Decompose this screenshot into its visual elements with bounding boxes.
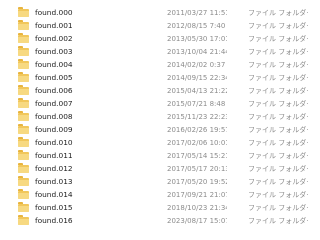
modified-date: 2018/10/23 21:34	[167, 204, 227, 212]
file-type: ファイル フォルダー	[248, 191, 308, 199]
file-type: ファイル フォルダー	[248, 139, 308, 147]
file-type: ファイル フォルダー	[248, 35, 308, 43]
folder-icon	[18, 59, 29, 69]
folder-icon	[18, 98, 29, 108]
file-name: found.006	[35, 86, 73, 95]
modified-date: 2015/11/23 22:23	[167, 113, 227, 121]
file-type: ファイル フォルダー	[248, 204, 308, 212]
file-row[interactable]: found.009 2016/02/26 19:57 ファイル フォルダー	[0, 124, 320, 136]
modified-date: 2015/04/13 21:22	[167, 87, 227, 95]
file-name: found.008	[35, 112, 73, 121]
file-row[interactable]: found.015 2018/10/23 21:34 ファイル フォルダー	[0, 202, 320, 214]
folder-icon	[18, 33, 29, 43]
file-name: found.002	[35, 34, 73, 43]
modified-date: 2012/08/15 7:40	[167, 22, 226, 30]
folder-icon	[18, 150, 29, 160]
file-type: ファイル フォルダー	[248, 113, 308, 121]
folder-icon	[18, 85, 29, 95]
file-name: found.014	[35, 190, 73, 199]
file-type: ファイル フォルダー	[248, 48, 308, 56]
file-type: ファイル フォルダー	[248, 126, 308, 134]
file-name: found.000	[35, 8, 73, 17]
file-name: found.012	[35, 164, 73, 173]
modified-date: 2017/05/20 19:52	[167, 178, 227, 186]
file-type: ファイル フォルダー	[248, 87, 308, 95]
bottom-bar	[0, 226, 320, 240]
file-name: found.001	[35, 21, 73, 30]
modified-date: 2016/02/26 19:57	[167, 126, 227, 134]
file-name: found.013	[35, 177, 73, 186]
file-row[interactable]: found.005 2014/09/15 22:34 ファイル フォルダー	[0, 72, 320, 84]
folder-icon	[18, 20, 29, 30]
file-type: ファイル フォルダー	[248, 100, 308, 108]
file-type: ファイル フォルダー	[248, 9, 308, 17]
file-row[interactable]: found.014 2017/09/21 21:07 ファイル フォルダー	[0, 189, 320, 201]
folder-icon	[18, 137, 29, 147]
folder-icon	[18, 176, 29, 186]
file-type: ファイル フォルダー	[248, 22, 308, 30]
file-row[interactable]: found.010 2017/02/06 10:01 ファイル フォルダー	[0, 137, 320, 149]
file-name: found.007	[35, 99, 73, 108]
folder-icon	[18, 202, 29, 212]
file-name: found.011	[35, 151, 73, 160]
file-list: found.000 2011/03/27 11:51 ファイル フォルダー fo…	[0, 0, 320, 240]
folder-icon	[18, 215, 29, 225]
file-row[interactable]: found.011 2017/05/14 15:21 ファイル フォルダー	[0, 150, 320, 162]
folder-icon	[18, 189, 29, 199]
modified-date: 2017/05/14 15:21	[167, 152, 227, 160]
modified-date: 2013/05/30 17:01	[167, 35, 227, 43]
file-row[interactable]: found.000 2011/03/27 11:51 ファイル フォルダー	[0, 7, 320, 19]
file-name: found.010	[35, 138, 73, 147]
modified-date: 2013/10/04 21:44	[167, 48, 227, 56]
file-row[interactable]: found.008 2015/11/23 22:23 ファイル フォルダー	[0, 111, 320, 123]
file-type: ファイル フォルダー	[248, 74, 308, 82]
folder-icon	[18, 163, 29, 173]
folder-icon	[18, 111, 29, 121]
file-name: found.009	[35, 125, 73, 134]
file-row[interactable]: found.003 2013/10/04 21:44 ファイル フォルダー	[0, 46, 320, 58]
modified-date: 2017/09/21 21:07	[167, 191, 227, 199]
file-row[interactable]: found.013 2017/05/20 19:52 ファイル フォルダー	[0, 176, 320, 188]
modified-date: 2015/07/21 8:48	[167, 100, 226, 108]
modified-date: 2017/02/06 10:01	[167, 139, 227, 147]
folder-icon	[18, 7, 29, 17]
file-name: found.004	[35, 60, 73, 69]
file-row[interactable]: found.004 2014/02/02 0:37 ファイル フォルダー	[0, 59, 320, 71]
modified-date: 2017/05/17 20:13	[167, 165, 227, 173]
file-name: found.005	[35, 73, 73, 82]
file-row[interactable]: found.006 2015/04/13 21:22 ファイル フォルダー	[0, 85, 320, 97]
folder-icon	[18, 124, 29, 134]
file-row[interactable]: found.002 2013/05/30 17:01 ファイル フォルダー	[0, 33, 320, 45]
file-type: ファイル フォルダー	[248, 178, 308, 186]
file-name: found.015	[35, 203, 73, 212]
file-type: ファイル フォルダー	[248, 152, 308, 160]
file-name: found.003	[35, 47, 73, 56]
folder-icon	[18, 72, 29, 82]
modified-date: 2014/02/02 0:37	[167, 61, 226, 69]
modified-date: 2014/09/15 22:34	[167, 74, 227, 82]
file-row[interactable]: found.012 2017/05/17 20:13 ファイル フォルダー	[0, 163, 320, 175]
folder-icon	[18, 46, 29, 56]
file-type: ファイル フォルダー	[248, 61, 308, 69]
file-row[interactable]: found.007 2015/07/21 8:48 ファイル フォルダー	[0, 98, 320, 110]
file-row[interactable]: found.001 2012/08/15 7:40 ファイル フォルダー	[0, 20, 320, 32]
file-type: ファイル フォルダー	[248, 165, 308, 173]
modified-date: 2011/03/27 11:51	[167, 9, 227, 17]
